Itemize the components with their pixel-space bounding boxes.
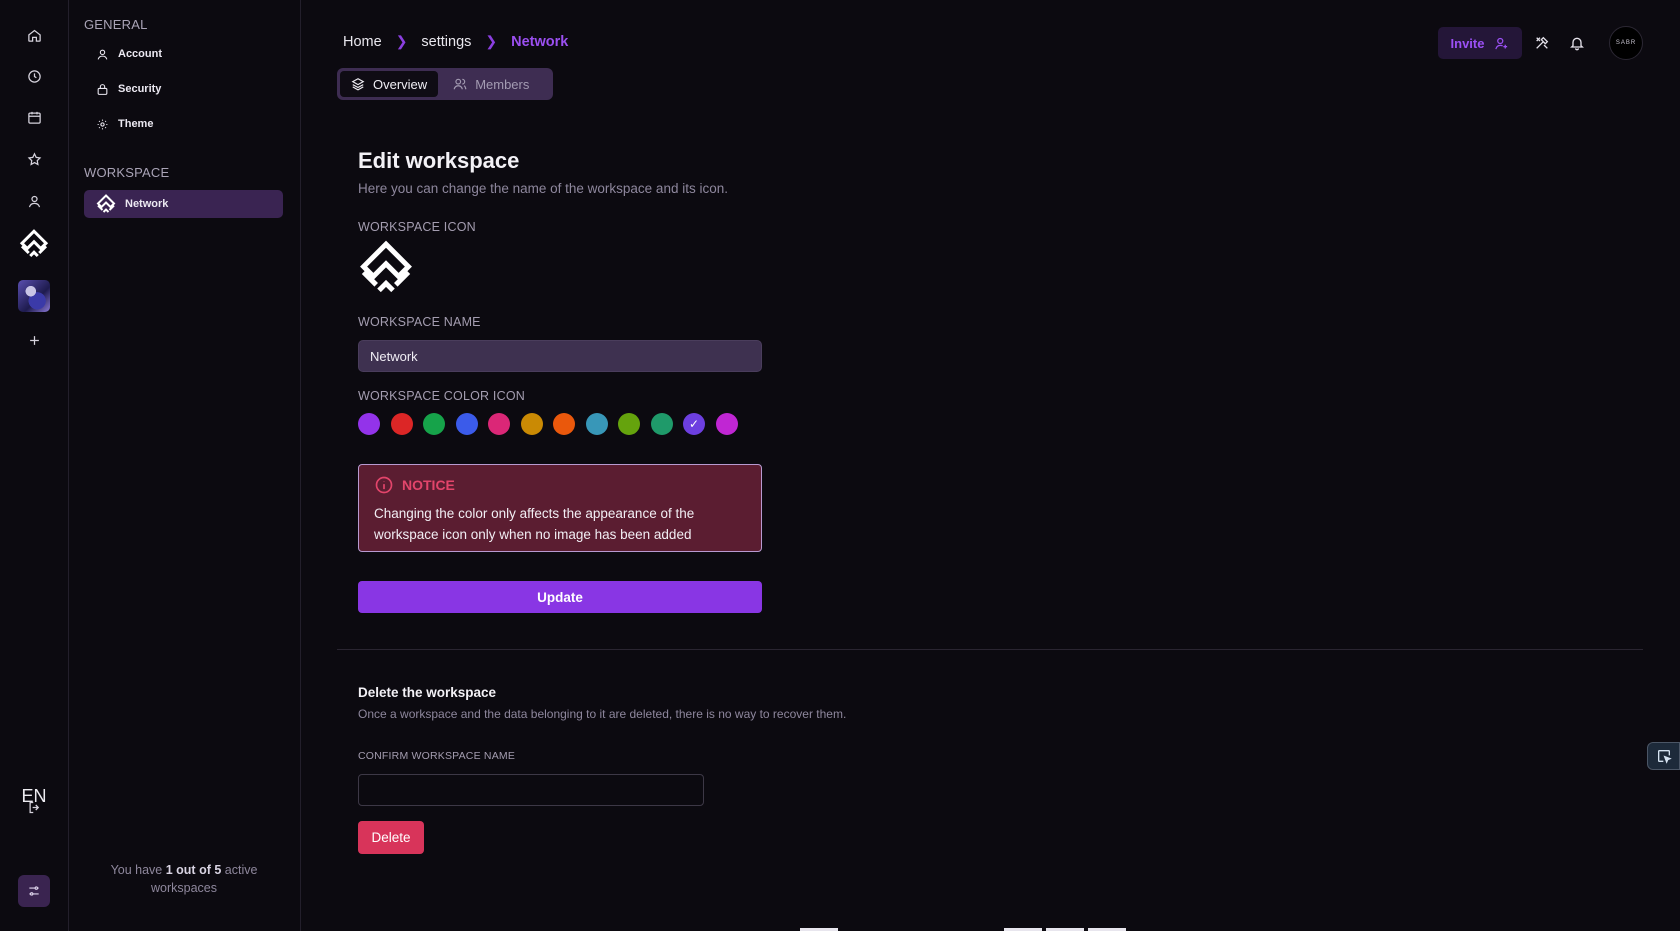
- sidebar-item-network[interactable]: Network: [84, 190, 283, 218]
- check-icon: ✓: [688, 417, 700, 431]
- breadcrumb-home[interactable]: Home: [343, 34, 382, 50]
- page-subtitle: Here you can change the name of the work…: [358, 181, 728, 196]
- sidebar-item-account[interactable]: Account: [84, 40, 283, 68]
- user-plus-icon: [1495, 37, 1508, 49]
- delete-button[interactable]: Delete: [358, 821, 424, 854]
- tab-members[interactable]: Members: [442, 71, 540, 97]
- notice-title: NOTICE: [374, 475, 746, 495]
- sidebar-item-label: Account: [118, 48, 162, 60]
- tab-overview[interactable]: Overview: [340, 71, 439, 97]
- color-swatch[interactable]: [585, 413, 608, 435]
- color-swatch[interactable]: [390, 413, 413, 435]
- color-swatch[interactable]: ✓: [683, 413, 705, 435]
- workspace-avatar-image[interactable]: [18, 280, 50, 312]
- icon-rail: EN: [0, 0, 69, 931]
- color-swatch[interactable]: [455, 413, 478, 435]
- app-root: EN GENERAL Account Security Theme WORKSP…: [0, 0, 1680, 931]
- tools-icon[interactable]: [1530, 31, 1554, 55]
- workspace-icon-preview[interactable]: [358, 240, 416, 296]
- layers-icon: [351, 78, 365, 91]
- color-swatch[interactable]: [358, 413, 380, 435]
- workspace-logo-icon: [96, 194, 116, 213]
- sidebar-item-label: Security: [118, 83, 162, 95]
- add-workspace-icon[interactable]: [19, 325, 49, 355]
- color-swatch-list: ✓: [358, 413, 738, 435]
- tab-bar: Overview Members: [337, 68, 553, 100]
- update-button[interactable]: Update: [358, 581, 762, 613]
- notice-body: Changing the color only affects the appe…: [374, 506, 695, 542]
- workspace-color-label: WORKSPACE COLOR ICON: [358, 389, 525, 403]
- invite-label: Invite: [1450, 35, 1485, 51]
- confirm-name-input[interactable]: [358, 774, 704, 806]
- confirm-name-label: CONFIRM WORKSPACE NAME: [358, 750, 516, 762]
- color-swatch[interactable]: [650, 413, 673, 435]
- breadcrumb: Home ❯ settings ❯ Network: [343, 33, 568, 50]
- lock-icon: [97, 83, 108, 95]
- notice-box: NOTICE Changing the color only affects t…: [358, 464, 762, 552]
- clock-icon[interactable]: [19, 61, 49, 91]
- workspace-logo-icon[interactable]: [18, 228, 50, 260]
- tab-label: Overview: [373, 76, 428, 92]
- users-icon: [453, 78, 467, 90]
- profile-avatar[interactable]: SABR: [1609, 26, 1643, 60]
- user-icon: [97, 49, 108, 60]
- sidebar-item-label: Theme: [118, 118, 154, 130]
- color-swatch[interactable]: [715, 413, 738, 435]
- workspace-heading: WORKSPACE: [84, 165, 170, 180]
- workspace-count-note: You have 1 out of 5 active workspaces: [110, 863, 258, 895]
- info-icon: [375, 476, 393, 494]
- breadcrumb-settings[interactable]: settings: [421, 34, 471, 50]
- sun-icon: [97, 119, 108, 129]
- chevron-right-icon: ❯: [485, 33, 498, 49]
- sidebar-item-label: Network: [125, 198, 169, 210]
- color-swatch[interactable]: [520, 413, 543, 435]
- star-icon[interactable]: [19, 144, 49, 174]
- workspace-name-label: WORKSPACE NAME: [358, 315, 481, 329]
- feedback-widget-icon[interactable]: [1647, 742, 1680, 770]
- breadcrumb-network: Network: [511, 33, 569, 50]
- settings-sidebar: GENERAL Account Security Theme WORKSPACE…: [69, 0, 301, 931]
- page-title: Edit workspace: [358, 148, 520, 173]
- color-swatch[interactable]: [553, 413, 575, 435]
- settings-sliders-icon[interactable]: [18, 875, 50, 907]
- bell-icon[interactable]: [1565, 31, 1589, 55]
- workspace-name-input[interactable]: Network: [358, 340, 762, 372]
- logout-icon[interactable]: [19, 792, 49, 822]
- calendar-icon[interactable]: [19, 102, 49, 132]
- chevron-right-icon: ❯: [395, 33, 408, 49]
- color-swatch[interactable]: [618, 413, 640, 435]
- tab-label: Members: [475, 76, 530, 92]
- user-icon[interactable]: [19, 186, 49, 216]
- section-divider: [337, 649, 1643, 650]
- delete-title: Delete the workspace: [358, 685, 497, 700]
- general-heading: GENERAL: [84, 17, 148, 32]
- sidebar-item-theme[interactable]: Theme: [84, 110, 283, 138]
- color-swatch[interactable]: [488, 413, 510, 435]
- color-swatch[interactable]: [423, 413, 445, 435]
- invite-button[interactable]: Invite: [1438, 27, 1522, 59]
- home-icon[interactable]: [19, 20, 49, 50]
- delete-subtitle: Once a workspace and the data belonging …: [358, 707, 847, 721]
- sidebar-item-security[interactable]: Security: [84, 75, 283, 103]
- workspace-icon-label: WORKSPACE ICON: [358, 220, 476, 234]
